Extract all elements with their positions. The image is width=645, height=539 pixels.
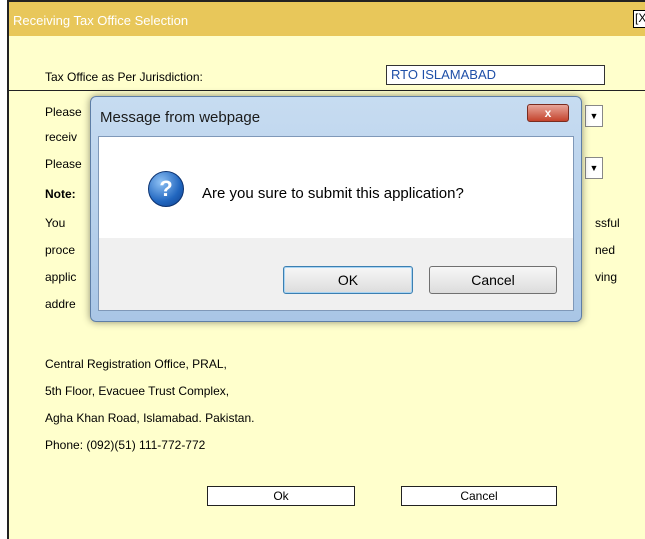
partial-text-ned: ned — [595, 243, 616, 257]
jurisdiction-label: Tax Office as Per Jurisdiction: — [45, 70, 203, 84]
partial-text-addre: addre — [45, 297, 76, 311]
address-line-2: 5th Floor, Evacuee Trust Complex, — [45, 384, 230, 398]
window-title-bar: Receiving Tax Office Selection [X — [9, 2, 645, 36]
dialog-cancel-button[interactable]: Cancel — [429, 266, 557, 294]
partial-text-note: Note: — [45, 187, 76, 201]
question-icon: ? — [148, 171, 184, 207]
form-cancel-button[interactable]: Cancel — [401, 486, 557, 506]
window-close-button[interactable]: [X — [633, 10, 645, 28]
window-title: Receiving Tax Office Selection — [13, 13, 189, 28]
divider — [9, 90, 645, 91]
partial-text-please-1: Please — [45, 105, 82, 119]
message-dialog: Message from webpage x ? Are you sure to… — [90, 96, 582, 322]
dialog-close-button[interactable]: x — [527, 104, 569, 122]
partial-text-you: You — [45, 216, 66, 230]
jurisdiction-value-field: RTO ISLAMABAD — [386, 65, 605, 85]
dialog-body: ? Are you sure to submit this applicatio… — [98, 136, 574, 311]
office-select-dropdown-1[interactable]: ▼ — [585, 105, 603, 127]
address-line-4: Phone: (092)(51) 111-772-772 — [45, 438, 206, 452]
dialog-title: Message from webpage — [100, 109, 261, 126]
dialog-ok-button[interactable]: OK — [283, 266, 413, 294]
dialog-message: Are you sure to submit this application? — [202, 185, 464, 202]
partial-text-ssful: ssful — [595, 216, 620, 230]
partial-text-receiv: receiv — [45, 130, 78, 144]
partial-text-proce: proce — [45, 243, 76, 257]
address-line-1: Central Registration Office, PRAL, — [45, 357, 227, 371]
partial-text-please-2: Please — [45, 157, 82, 171]
office-select-dropdown-2[interactable]: ▼ — [585, 157, 603, 179]
partial-text-applic: applic — [45, 270, 77, 284]
partial-text-ving: ving — [595, 270, 618, 284]
form-ok-button[interactable]: Ok — [207, 486, 355, 506]
address-line-3: Agha Khan Road, Islamabad. Pakistan. — [45, 411, 255, 425]
